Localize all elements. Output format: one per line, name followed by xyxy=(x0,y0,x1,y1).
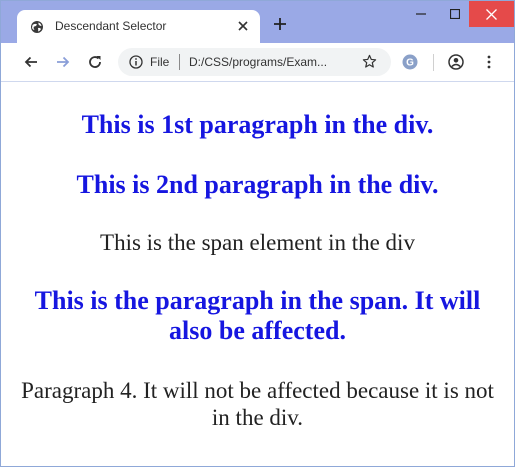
profile-avatar-icon[interactable] xyxy=(448,54,464,70)
browser-tab[interactable]: Descendant Selector xyxy=(17,10,260,43)
div-paragraph-1: This is 1st paragraph in the div. xyxy=(81,110,434,139)
svg-text:G: G xyxy=(406,58,414,69)
outside-paragraph: Paragraph 4. It will not be affected bec… xyxy=(21,378,494,430)
menu-kebab-icon[interactable] xyxy=(481,54,497,70)
reload-icon[interactable] xyxy=(87,54,103,70)
info-icon[interactable] xyxy=(129,55,143,69)
title-bar: Descendant Selector xyxy=(1,1,514,43)
address-divider xyxy=(179,54,180,70)
div-paragraph-2: This is 2nd paragraph in the div. xyxy=(76,170,439,199)
new-tab-icon[interactable] xyxy=(273,17,287,31)
span-paragraph: This is the paragraph in the span. It wi… xyxy=(34,286,481,345)
address-bar[interactable]: File D:/CSS/programs/Exam... xyxy=(118,48,391,76)
back-arrow-icon[interactable] xyxy=(23,54,39,70)
browser-window: Descendant Selector File D:/CSS/programs… xyxy=(0,0,515,467)
globe-icon xyxy=(31,21,43,33)
close-tab-icon[interactable] xyxy=(236,19,250,33)
minimize-button[interactable] xyxy=(405,1,437,27)
scheme-label: File xyxy=(150,55,170,69)
forward-arrow-icon[interactable] xyxy=(55,54,71,70)
tab-title: Descendant Selector xyxy=(55,19,167,33)
google-translate-extension-icon[interactable]: G xyxy=(402,54,418,70)
window-close-button[interactable] xyxy=(469,1,514,27)
toolbar-divider xyxy=(433,54,434,71)
browser-toolbar: File D:/CSS/programs/Exam... G xyxy=(1,43,514,82)
span-text: This is the span element in the div xyxy=(100,230,415,255)
maximize-icon xyxy=(450,9,460,19)
bookmark-star-icon[interactable] xyxy=(362,54,377,69)
close-icon xyxy=(486,8,497,20)
minimize-icon xyxy=(416,13,426,15)
maximize-button[interactable] xyxy=(439,1,471,27)
url-text[interactable]: D:/CSS/programs/Exam... xyxy=(189,55,349,69)
page-content: This is 1st paragraph in the div. This i… xyxy=(1,82,514,466)
